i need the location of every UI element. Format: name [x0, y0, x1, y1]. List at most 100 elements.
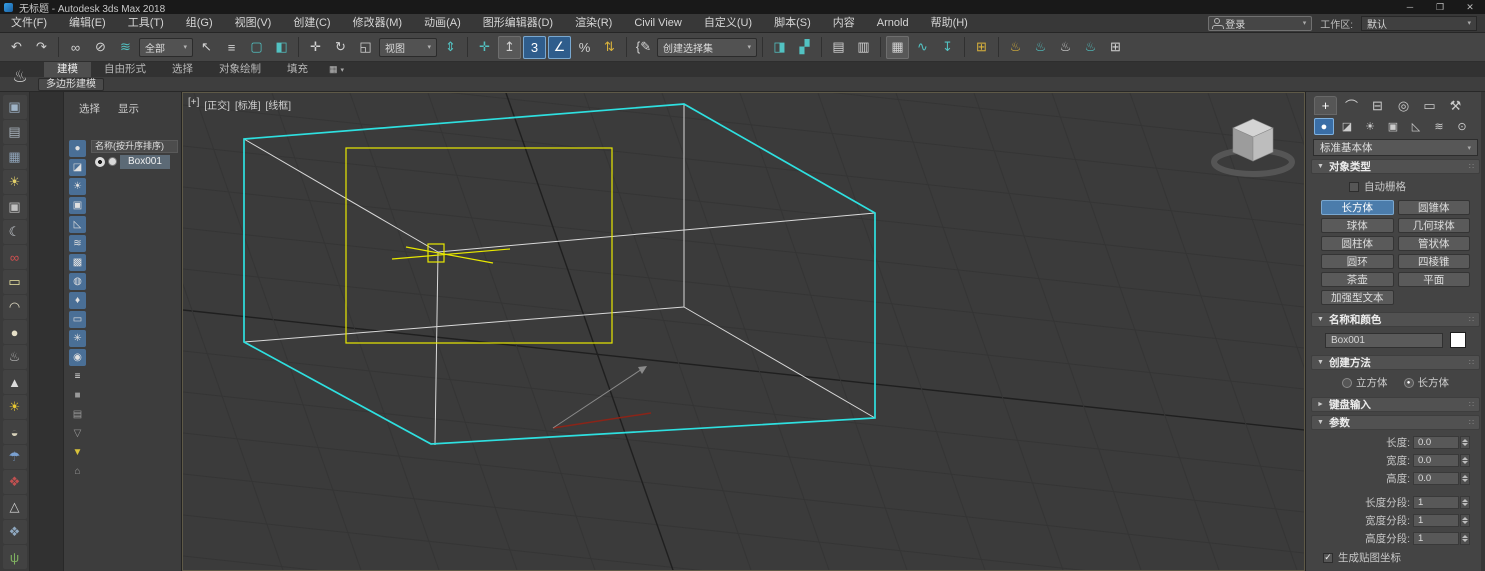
subtab-lights[interactable]: ☀ — [1360, 118, 1380, 135]
display-spacewarps-icon[interactable]: ≋ — [69, 235, 86, 252]
pyramid-helper-icon[interactable]: △ — [2, 495, 27, 519]
radio-cube[interactable]: 立方体 — [1342, 375, 1388, 390]
subtab-systems[interactable]: ⊙ — [1452, 118, 1472, 135]
maximize-button[interactable]: ❐ — [1425, 0, 1455, 14]
menu-modifiers[interactable]: 修改器(M) — [342, 14, 414, 32]
spinner[interactable] — [1460, 472, 1470, 485]
display-containers-icon[interactable]: ▭ — [69, 311, 86, 328]
display-geometry-icon[interactable]: ● — [69, 140, 86, 157]
subtab-cameras[interactable]: ▣ — [1383, 118, 1403, 135]
sign-in-button[interactable]: 登录 ▾ — [1208, 15, 1313, 31]
window-crossing-icon[interactable]: ◧ — [270, 36, 293, 59]
selection-filter-dropdown[interactable]: 全部 ▾ — [139, 37, 193, 57]
named-selection-dropdown[interactable]: 创建选择集 ▾ — [657, 37, 757, 57]
filter-disabled-icon[interactable]: ▽ — [69, 425, 86, 442]
toolbar-icon[interactable] — [880, 37, 881, 57]
unlink-selection-icon[interactable]: ⊘ — [89, 36, 112, 59]
viewport-style-menu[interactable]: [标准] — [235, 97, 261, 112]
tab-utilities[interactable]: ⚒ — [1444, 96, 1467, 115]
keyboard-override-icon[interactable]: ↥ — [498, 35, 521, 59]
tab-selection[interactable]: 选择 — [159, 62, 206, 77]
vr-goggles-icon[interactable]: ∞ — [2, 245, 27, 269]
rollout-header[interactable]: ▼ 对象类型 ∷ — [1311, 159, 1480, 174]
scene-image-icon[interactable]: ▣ — [2, 95, 27, 119]
spinner[interactable] — [1460, 436, 1470, 449]
menu-tools[interactable]: 工具(T) — [117, 14, 175, 32]
toolbar-icon[interactable] — [298, 37, 299, 57]
polygon-modeling-button[interactable]: 多边形建模 — [38, 77, 104, 91]
autogrid-checkbox[interactable]: 自动栅格 — [1349, 179, 1480, 194]
explorer-menu-display[interactable]: 显示 — [118, 101, 139, 116]
viewport-shading-menu[interactable]: [线框] — [266, 97, 292, 112]
check-generate-mapping-coords[interactable]: ✓ 生成贴图坐标 — [1323, 550, 1480, 565]
edit-selection-set-icon[interactable]: {✎ — [632, 36, 655, 59]
display-frozen-icon[interactable]: ✳ — [69, 330, 86, 347]
rollout-header[interactable]: ▼ 参数 ∷ — [1311, 415, 1480, 430]
spinner[interactable] — [1460, 532, 1470, 545]
select-move-icon[interactable]: ✛ — [304, 36, 327, 59]
display-lights-icon[interactable]: ☀ — [69, 178, 86, 195]
toolbar-icon[interactable] — [626, 37, 627, 57]
grass-icon[interactable]: ψ — [2, 545, 27, 569]
button-pyramid[interactable]: 四棱锥 — [1397, 254, 1470, 269]
rollout-header[interactable]: ▼ 创建方法 ∷ — [1311, 355, 1480, 370]
subtab-helpers[interactable]: ◺ — [1406, 118, 1426, 135]
angle-snap-icon[interactable]: ∠ — [548, 35, 571, 59]
spinner[interactable] — [1460, 454, 1470, 467]
minimize-button[interactable]: ─ — [1395, 0, 1425, 14]
menu-file[interactable]: 文件(F) — [0, 14, 58, 32]
display-shapes-icon[interactable]: ◪ — [69, 159, 86, 176]
button-geosphere[interactable]: 几何球体 — [1397, 218, 1470, 233]
value-field[interactable]: 1 — [1413, 514, 1459, 527]
menu-customize[interactable]: 自定义(U) — [693, 14, 763, 32]
rain-icon[interactable]: ☂ — [2, 445, 27, 469]
menu-graph-editors[interactable]: 图形编辑器(D) — [472, 14, 564, 32]
sphere-icon[interactable]: ● — [2, 320, 27, 344]
button-torus[interactable]: 圆环 — [1321, 254, 1394, 269]
rectangular-selection-icon[interactable]: ▢ — [245, 36, 268, 59]
layer-explorer-toggle-icon[interactable]: ▥ — [852, 36, 875, 59]
category-dropdown[interactable]: 标准基本体 ▾ — [1313, 139, 1478, 156]
value-field[interactable]: 0.0 — [1413, 436, 1459, 449]
toolbar-icon[interactable] — [964, 37, 965, 57]
select-and-link-icon[interactable]: ∞ — [64, 36, 87, 59]
mirror-icon[interactable]: ◨ — [768, 36, 791, 59]
button-teapot[interactable]: 茶壶 — [1321, 272, 1394, 287]
display-cameras-icon[interactable]: ▣ — [69, 197, 86, 214]
toolbar-icon[interactable] — [998, 37, 999, 57]
subtab-shapes[interactable]: ◪ — [1337, 118, 1357, 135]
menu-views[interactable]: 视图(V) — [224, 14, 283, 32]
list-panel-icon[interactable]: ▤ — [2, 120, 27, 144]
align-icon[interactable]: ▞ — [793, 36, 816, 59]
tab-hierarchy[interactable]: ⊟ — [1366, 96, 1389, 115]
tab-display[interactable]: ▭ — [1418, 96, 1441, 115]
viewport-canvas[interactable] — [183, 93, 1304, 570]
select-by-name-icon[interactable]: ≡ — [220, 36, 243, 59]
menu-civil-view[interactable]: Civil View — [623, 14, 692, 32]
curve-editor-icon[interactable]: ∿ — [911, 36, 934, 59]
spinner-snap-icon[interactable]: ⇅ — [598, 36, 621, 59]
select-rotate-icon[interactable]: ↻ — [329, 36, 352, 59]
moon-icon[interactable]: ☾ — [2, 220, 27, 244]
viewport-pov-menu[interactable]: [正交] — [204, 97, 230, 112]
filter-icon[interactable]: ▼ — [69, 444, 86, 461]
render-gallery-icon[interactable]: ⊞ — [1104, 36, 1127, 59]
value-field[interactable]: 1 — [1413, 532, 1459, 545]
explorer-column-header[interactable]: 名称(按升序排序) — [91, 140, 178, 153]
close-button[interactable]: ✕ — [1455, 0, 1485, 14]
toolbar-icon[interactable] — [58, 37, 59, 57]
subtab-spacewarps[interactable]: ≋ — [1429, 118, 1449, 135]
ribbon-launcher-teapot-icon[interactable]: ♨ — [5, 63, 35, 91]
tab-freeform[interactable]: 自由形式 — [91, 62, 159, 77]
button-textplus[interactable]: 加强型文本 — [1321, 290, 1394, 305]
tab-motion[interactable]: ◎ — [1392, 96, 1415, 115]
tab-populate[interactable]: 填充 — [274, 62, 321, 77]
rendered-frame-icon[interactable]: ♨ — [1029, 36, 1052, 59]
cone-icon[interactable]: ▲ — [2, 370, 27, 394]
dome2-icon[interactable]: ◒ — [2, 420, 27, 444]
undo-icon[interactable]: ↶ — [5, 36, 28, 59]
display-helpers-icon[interactable]: ◺ — [69, 216, 86, 233]
explorer-row-box001[interactable]: Box001 — [91, 153, 181, 170]
object-color-swatch[interactable] — [1450, 332, 1466, 348]
value-field[interactable]: 1 — [1413, 496, 1459, 509]
